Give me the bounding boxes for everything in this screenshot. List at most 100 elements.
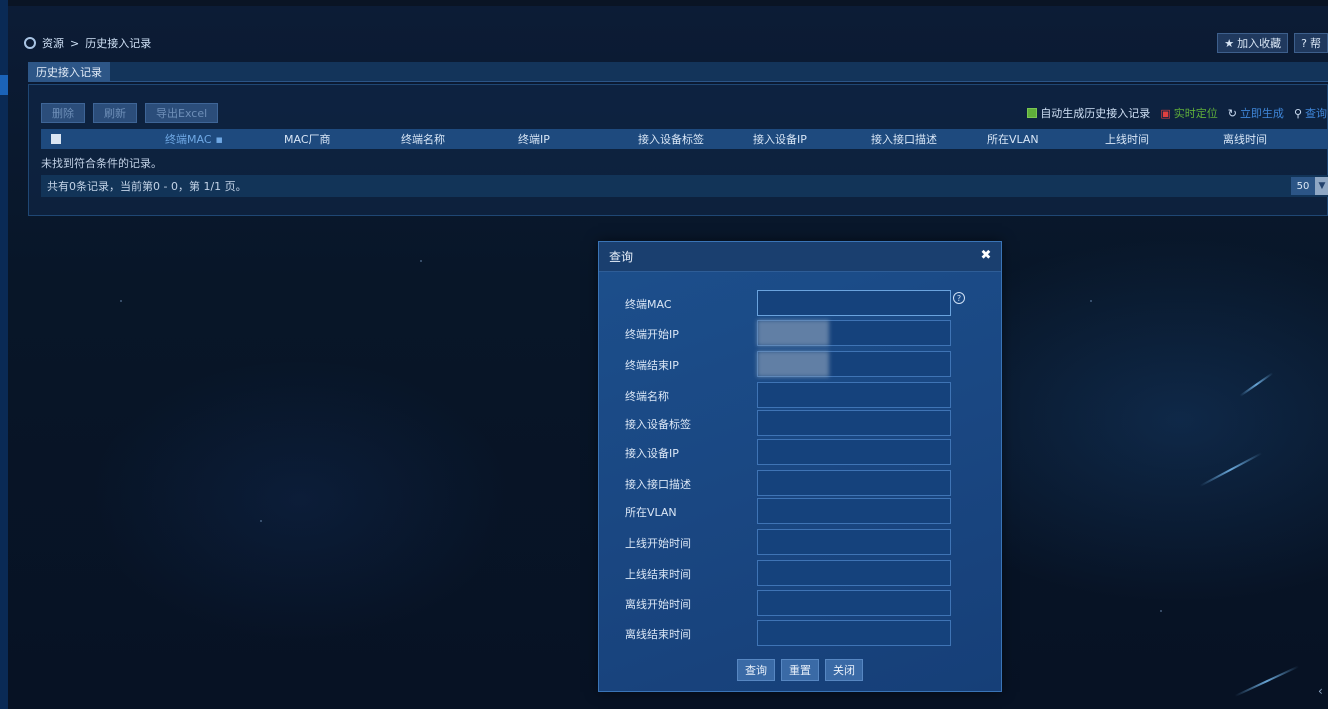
table-header: 终端MAC ▪ MAC厂商 终端名称 终端IP 接入设备标签 接入设备IP 接入接… — [41, 129, 1328, 149]
field-online-end: 上线结束时间 — [599, 560, 1001, 586]
locate-icon: ▣ — [1160, 106, 1171, 120]
field-label: 离线开始时间 — [625, 598, 691, 611]
breadcrumb-root[interactable]: 资源 — [42, 35, 64, 51]
field-terminal-name: 终端名称 — [599, 382, 1001, 408]
query-dialog: 查询 ✖ 终端MAC ? 终端开始IP 终端结束IP 终端名称 接入设备标签 接… — [598, 241, 1002, 692]
field-mac: 终端MAC ? — [599, 290, 1001, 316]
dialog-header: 查询 ✖ — [599, 242, 1001, 272]
tab-bar: 历史接入记录 — [28, 62, 1328, 82]
online-start-input[interactable] — [757, 529, 951, 555]
field-label: 接入设备标签 — [625, 418, 691, 431]
column-header-vlan[interactable]: 所在VLAN — [987, 129, 1039, 149]
field-interface-desc: 接入接口描述 — [599, 470, 1001, 496]
close-icon[interactable]: ✖ — [979, 248, 993, 263]
field-label: 离线结束时间 — [625, 628, 691, 641]
device-label-input[interactable] — [757, 410, 951, 436]
export-excel-button[interactable]: 导出Excel — [145, 103, 219, 123]
add-favorite-button[interactable]: ★ 加入收藏 — [1217, 33, 1289, 53]
chevron-down-icon[interactable]: ▼ — [1315, 177, 1328, 195]
add-favorite-label: 加入收藏 — [1237, 37, 1282, 50]
query-link[interactable]: ⚲ 查询 — [1294, 105, 1327, 121]
field-device-label: 接入设备标签 — [599, 410, 1001, 436]
field-device-ip: 接入设备IP — [599, 439, 1001, 465]
offline-end-input[interactable] — [757, 620, 951, 646]
breadcrumb: 资源 > 历史接入记录 — [24, 35, 151, 51]
field-start-ip: 终端开始IP — [599, 320, 1001, 346]
column-header-mac[interactable]: 终端MAC ▪ — [165, 129, 223, 149]
redacted-overlay — [757, 351, 829, 377]
tab-history-access[interactable]: 历史接入记录 — [28, 62, 110, 82]
records-panel: 删除 刷新 导出Excel 自动生成历史接入记录 ▣ 实时定位 ↻ 立即生成 ⚲… — [28, 84, 1328, 216]
field-label: 终端结束IP — [625, 359, 679, 372]
page-size-value: 50 — [1291, 177, 1315, 195]
field-label: 终端名称 — [625, 390, 669, 403]
refresh-button[interactable]: 刷新 — [93, 103, 137, 123]
search-icon: ⚲ — [1293, 106, 1302, 120]
auto-generate-toggle[interactable]: 自动生成历史接入记录 — [1027, 105, 1150, 121]
mac-input[interactable] — [757, 290, 951, 316]
help-icon: ? — [1301, 36, 1307, 50]
help-button[interactable]: ? 帮 — [1294, 33, 1328, 53]
select-all-checkbox[interactable] — [51, 129, 61, 149]
redacted-overlay — [757, 320, 829, 346]
column-header-interface-desc[interactable]: 接入接口描述 — [871, 129, 937, 149]
checkbox-icon[interactable] — [51, 134, 61, 144]
generate-now-button[interactable]: ↻ 立即生成 — [1228, 105, 1284, 121]
field-label: 接入设备IP — [625, 447, 679, 460]
realtime-locate-button[interactable]: ▣ 实时定位 — [1160, 105, 1217, 121]
offline-start-input[interactable] — [757, 590, 951, 616]
query-link-label: 查询 — [1305, 107, 1327, 120]
terminal-name-input[interactable] — [757, 382, 951, 408]
sort-icon: ▪ — [215, 132, 223, 146]
field-offline-end: 离线结束时间 — [599, 620, 1001, 646]
online-end-input[interactable] — [757, 560, 951, 586]
decor-star — [420, 260, 422, 262]
field-offline-start: 离线开始时间 — [599, 590, 1001, 616]
column-header-device-label[interactable]: 接入设备标签 — [638, 129, 704, 149]
checkbox-icon[interactable] — [1027, 108, 1038, 118]
field-label: 上线结束时间 — [625, 568, 691, 581]
breadcrumb-current: 历史接入记录 — [85, 37, 152, 50]
query-button[interactable]: 查询 — [737, 659, 775, 681]
column-header-device-ip[interactable]: 接入设备IP — [753, 129, 807, 149]
field-label: 接入接口描述 — [625, 478, 691, 491]
vlan-input[interactable] — [757, 498, 951, 524]
interface-desc-input[interactable] — [757, 470, 951, 496]
dialog-title: 查询 — [609, 250, 634, 264]
field-end-ip: 终端结束IP — [599, 351, 1001, 377]
column-header-online-time[interactable]: 上线时间 — [1105, 129, 1149, 149]
breadcrumb-separator: > — [70, 36, 80, 50]
delete-button[interactable]: 删除 — [41, 103, 85, 123]
decor-star — [1160, 610, 1162, 612]
field-label: 所在VLAN — [625, 506, 677, 519]
decor-star — [1090, 300, 1092, 302]
help-label: 帮 — [1310, 37, 1321, 50]
left-nav-strip[interactable] — [0, 0, 8, 709]
column-header-name[interactable]: 终端名称 — [401, 129, 445, 149]
reset-button[interactable]: 重置 — [781, 659, 819, 681]
column-header-ip[interactable]: 终端IP — [518, 129, 550, 149]
field-label: 上线开始时间 — [625, 537, 691, 550]
resource-icon — [24, 37, 36, 49]
auto-generate-label: 自动生成历史接入记录 — [1040, 107, 1151, 120]
dialog-buttons: 查询 重置 关闭 — [737, 659, 863, 681]
decor-star — [260, 520, 262, 522]
column-header-offline-time[interactable]: 离线时间 — [1223, 129, 1267, 149]
right-tools: 自动生成历史接入记录 ▣ 实时定位 ↻ 立即生成 ⚲ 查询 — [1027, 105, 1327, 121]
column-header-mac-vendor[interactable]: MAC厂商 — [284, 129, 331, 149]
field-vlan: 所在VLAN — [599, 498, 1001, 524]
field-label: 终端MAC — [625, 298, 672, 311]
help-icon[interactable]: ? — [953, 292, 965, 304]
decor-star — [120, 300, 122, 302]
record-summary: 共有0条记录，当前第0 - 0，第 1/1 页。 — [47, 180, 247, 193]
collapse-arrow-icon[interactable]: ‹ — [1318, 684, 1328, 702]
field-label: 终端开始IP — [625, 328, 679, 341]
pagination-bar: 共有0条记录，当前第0 - 0，第 1/1 页。 50 ▼ — [41, 175, 1328, 197]
device-ip-input[interactable] — [757, 439, 951, 465]
page-size-select[interactable]: 50 ▼ — [1291, 177, 1328, 195]
header-actions: ★ 加入收藏 ? 帮 — [1217, 33, 1328, 53]
star-icon: ★ — [1224, 36, 1235, 50]
realtime-locate-label: 实时定位 — [1173, 107, 1218, 120]
top-edge — [0, 0, 1328, 6]
close-button[interactable]: 关闭 — [825, 659, 863, 681]
